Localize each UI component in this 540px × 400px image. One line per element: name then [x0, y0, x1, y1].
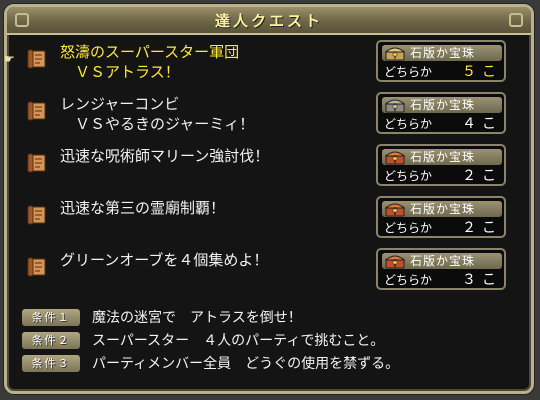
reward-unit: こ [482, 64, 496, 80]
reward-label: 石版か宝珠 [410, 202, 476, 216]
reward-box: 石版か宝珠どちらか ５ こ [376, 40, 506, 82]
quest-row[interactable]: グリーンオーブを４個集めよ！ 石版か宝珠どちらか ３ こ [20, 248, 510, 294]
treasure-chest-icon [384, 201, 406, 217]
choice-label: どちらか [384, 117, 433, 131]
conditions-panel: 条件１ 魔法の迷宮で アトラスを倒せ！ 条件２ スーパースター ４人のパーティで挑むこ… [22, 308, 508, 378]
condition-badge: 条件２ [22, 332, 80, 349]
reward-count: ３ [462, 272, 476, 288]
quest-row[interactable]: レンジャーコンビ ＶＳやるきのジャーミィ！ 石版か宝珠どちらか ４ こ [20, 92, 510, 138]
reward-box: 石版か宝珠どちらか ２ こ [376, 196, 506, 238]
reward-unit: こ [482, 116, 496, 132]
choice-label: どちらか [384, 273, 433, 287]
reward-label: 石版か宝珠 [410, 150, 476, 164]
quest-title: 迅速な第三の霊廟制覇！ [60, 199, 226, 217]
scroll-icon [26, 100, 48, 122]
quest-title: レンジャーコンビ ＶＳやるきのジャーミィ！ [60, 95, 255, 133]
choice-label: どちらか [384, 65, 433, 79]
reward-unit: こ [482, 272, 496, 288]
condition-badge: 条件３ [22, 355, 80, 372]
scroll-icon [26, 152, 48, 174]
reward-box: 石版か宝珠どちらか ２ こ [376, 144, 506, 186]
condition-row: 条件１ 魔法の迷宮で アトラスを倒せ！ [22, 308, 508, 328]
treasure-chest-icon [384, 253, 406, 269]
condition-text: スーパースター ４人のパーティで挑むこと。 [92, 333, 385, 349]
reward-count: ２ [462, 168, 476, 184]
reward-item-row: 石版か宝珠 [382, 253, 502, 269]
treasure-chest-icon [384, 45, 406, 61]
reward-count: ２ [462, 220, 476, 236]
reward-box: 石版か宝珠どちらか ３ こ [376, 248, 506, 290]
condition-text: 魔法の迷宮で アトラスを倒せ！ [92, 310, 302, 326]
reward-label: 石版か宝珠 [410, 98, 476, 112]
window-titlebar: 達人クエスト [7, 7, 531, 35]
quest-title: 迅速な呪術師マリーン強討伐！ [60, 147, 270, 165]
quest-title: グリーンオーブを４個集めよ！ [60, 251, 269, 269]
condition-row: 条件３ パーティメンバー全員 どうぐの使用を禁ずる。 [22, 354, 508, 374]
treasure-chest-icon [384, 149, 406, 165]
quest-title: 怒濤のスーパースター軍団 ＶＳアトラス！ [60, 43, 240, 81]
reward-box: 石版か宝珠どちらか ４ こ [376, 92, 506, 134]
reward-item-row: 石版か宝珠 [382, 45, 502, 61]
reward-label: 石版か宝珠 [410, 254, 476, 268]
pointing-hand-icon: ☛ [4, 52, 15, 66]
choice-label: どちらか [384, 221, 433, 235]
window-title: 達人クエスト [214, 12, 323, 30]
reward-unit: こ [482, 220, 496, 236]
reward-count: ５ [462, 64, 476, 80]
reward-unit: こ [482, 168, 496, 184]
quest-row[interactable]: 迅速な第三の霊廟制覇！ 石版か宝珠どちらか ２ こ [20, 196, 510, 242]
scroll-icon [26, 256, 48, 278]
treasure-chest-icon [384, 97, 406, 113]
quest-row[interactable]: 迅速な呪術師マリーン強討伐！ 石版か宝珠どちらか ２ こ [20, 144, 510, 190]
reward-label: 石版か宝珠 [410, 46, 476, 60]
condition-badge: 条件１ [22, 309, 80, 326]
reward-count: ４ [462, 116, 476, 132]
choice-label: どちらか [384, 169, 433, 183]
scroll-icon [26, 204, 48, 226]
reward-item-row: 石版か宝珠 [382, 201, 502, 217]
reward-item-row: 石版か宝珠 [382, 149, 502, 165]
quest-list: ☛ 怒濤のスーパースター軍団 ＶＳアトラス！ 石版か宝珠 どちらか ５ こレンジャーコンビ… [4, 40, 510, 300]
condition-text: パーティメンバー全員 どうぐの使用を禁ずる。 [92, 356, 400, 372]
quest-row[interactable]: ☛ 怒濤のスーパースター軍団 ＶＳアトラス！ 石版か宝珠どちらか ５ こ [4, 40, 510, 86]
scroll-icon [26, 48, 48, 70]
reward-item-row: 石版か宝珠 [382, 97, 502, 113]
condition-row: 条件２ スーパースター ４人のパーティで挑むこと。 [22, 331, 508, 351]
corner-ornament-right [509, 13, 523, 27]
